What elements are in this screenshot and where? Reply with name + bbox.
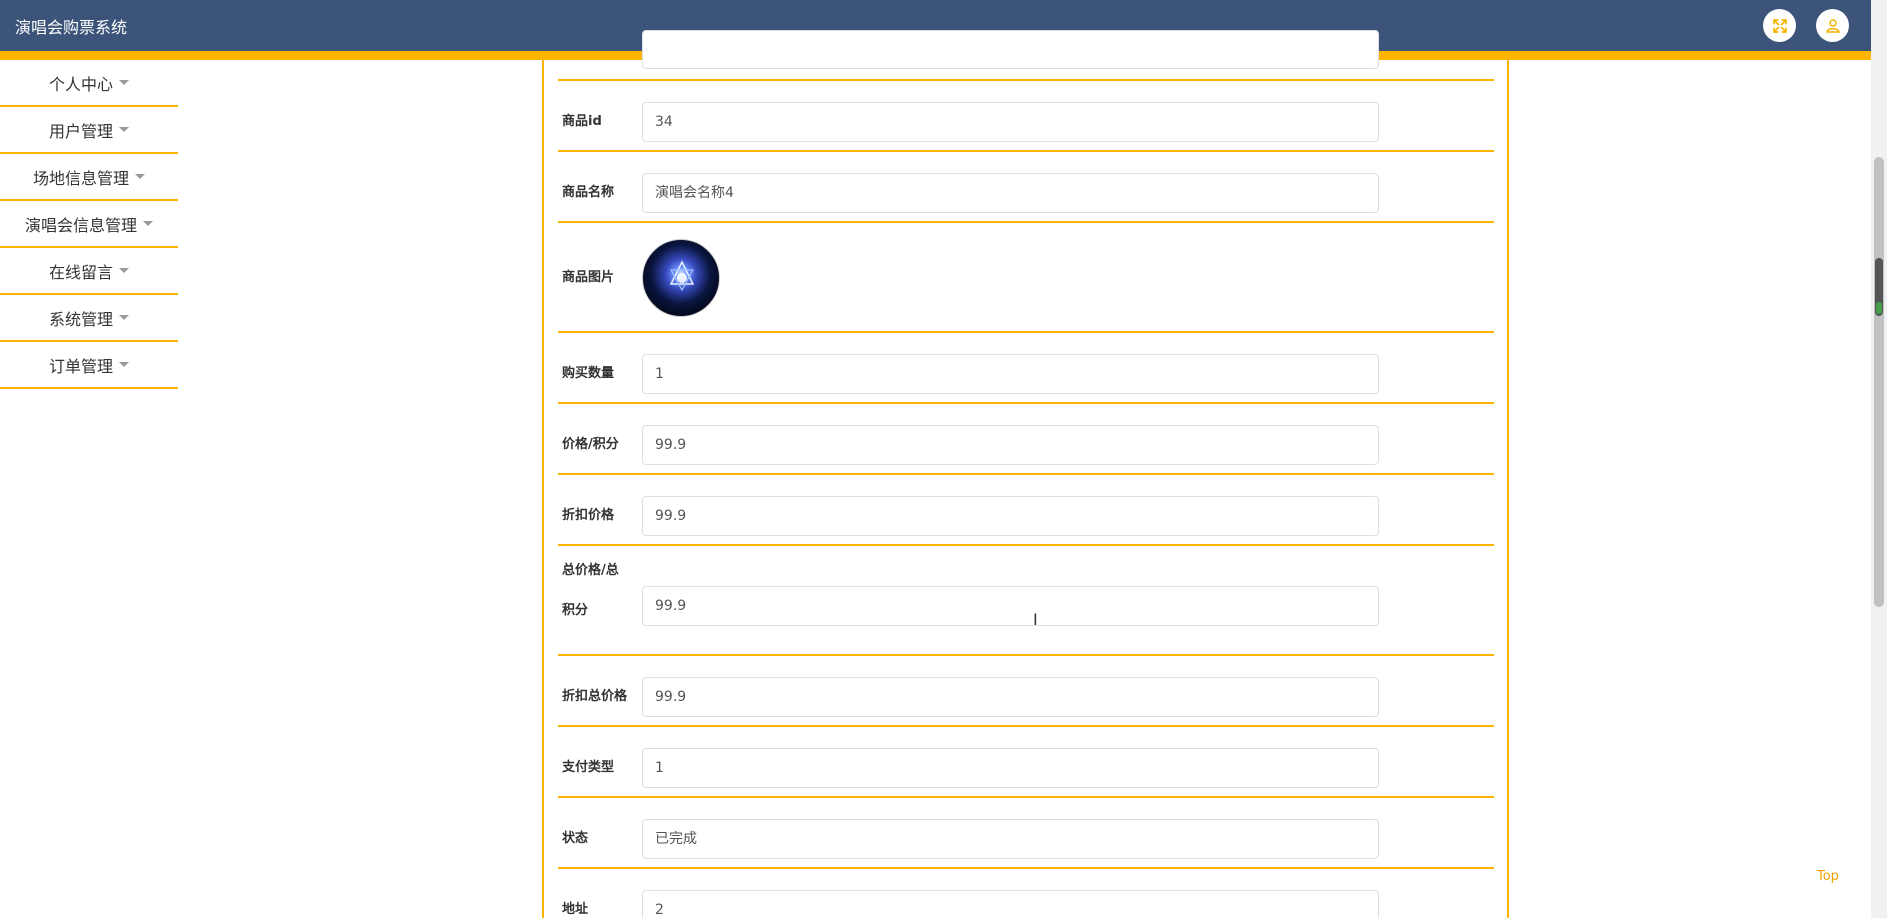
caret-down-icon — [119, 268, 129, 273]
product-name-field[interactable]: 演唱会名称4 — [642, 173, 1379, 213]
sidebar-item-messages[interactable]: 在线留言 — [0, 248, 178, 295]
product-id-label: 商品id — [562, 114, 602, 129]
total-price-field[interactable]: 99.9 — [642, 586, 1379, 626]
caret-down-icon — [119, 362, 129, 367]
caret-down-icon — [119, 315, 129, 320]
quantity-label: 购买数量 — [562, 366, 615, 381]
scrollbar-thumb[interactable] — [1874, 157, 1884, 607]
form-row-product-id: 商品id 34 — [558, 81, 1494, 152]
fullscreen-button[interactable] — [1763, 9, 1796, 42]
address-field[interactable]: 2 — [642, 890, 1379, 918]
address-label: 地址 — [562, 902, 589, 917]
form-row-discount-price: 折扣价格 99.9 — [558, 475, 1494, 546]
sidebar-item-order-management[interactable]: 订单管理 — [0, 342, 178, 389]
order-detail-form: 商品id 34 商品名称 演唱会名称4 商品图片 购买数量 1 价格/积分 99… — [542, 30, 1509, 918]
product-name-label: 商品名称 — [562, 185, 615, 200]
discount-total-field[interactable]: 99.9 — [642, 677, 1379, 717]
form-row-pay-type: 支付类型 1 — [558, 727, 1494, 798]
sidebar-item-label: 在线留言 — [48, 262, 113, 282]
form-row-product-image: 商品图片 — [558, 223, 1494, 333]
form-row-quantity: 购买数量 1 — [558, 333, 1494, 404]
caret-down-icon — [143, 221, 153, 226]
sidebar-item-label: 场地信息管理 — [32, 168, 129, 188]
discount-total-label: 折扣总价格 — [562, 689, 628, 704]
sidebar-item-system-management[interactable]: 系统管理 — [0, 295, 178, 342]
sidebar-item-label: 用户管理 — [48, 121, 113, 141]
form-row-partial — [558, 30, 1494, 81]
sidebar: 个人中心 用户管理 场地信息管理 演唱会信息管理 在线留言 系统管理 订单管理 — [0, 60, 178, 389]
discount-price-label: 折扣价格 — [562, 508, 615, 523]
pay-type-field[interactable]: 1 — [642, 748, 1379, 788]
sidebar-item-venue-management[interactable]: 场地信息管理 — [0, 154, 178, 201]
total-price-label: 总价格/总 积分 — [562, 561, 636, 621]
fullscreen-icon — [1772, 18, 1787, 33]
app-title: 演唱会购票系统 — [15, 18, 128, 37]
pay-type-label: 支付类型 — [562, 760, 615, 775]
status-label: 状态 — [562, 831, 589, 846]
caret-down-icon — [119, 80, 129, 85]
form-row-price: 价格/积分 99.9 — [558, 404, 1494, 475]
scrollbar-indicator — [1876, 302, 1882, 314]
form-row-discount-total: 折扣总价格 99.9 — [558, 656, 1494, 727]
user-icon — [1825, 18, 1840, 33]
total-price-label-line1: 总价格/总 — [562, 563, 619, 578]
sidebar-item-label: 订单管理 — [48, 356, 113, 376]
form-row-total-price: 总价格/总 积分 99.9 — [558, 546, 1494, 656]
sidebar-item-concert-management[interactable]: 演唱会信息管理 — [0, 201, 178, 248]
status-field[interactable]: 已完成 — [642, 819, 1379, 859]
total-price-label-line2: 积分 — [562, 603, 589, 618]
product-id-field[interactable]: 34 — [642, 102, 1379, 142]
form-row-address: 地址 2 — [558, 869, 1494, 918]
sidebar-item-label: 个人中心 — [48, 74, 113, 94]
text-cursor-icon: I — [1033, 610, 1038, 629]
sidebar-item-user-management[interactable]: 用户管理 — [0, 107, 178, 154]
caret-down-icon — [119, 127, 129, 132]
form-row-status: 状态 已完成 — [558, 798, 1494, 869]
sidebar-item-label: 演唱会信息管理 — [24, 215, 137, 235]
back-to-top-link[interactable]: Top — [1817, 869, 1839, 884]
discount-price-field[interactable]: 99.9 — [642, 496, 1379, 536]
product-image-label: 商品图片 — [562, 270, 615, 285]
user-button[interactable] — [1816, 9, 1849, 42]
form-row-product-name: 商品名称 演唱会名称4 — [558, 152, 1494, 223]
sidebar-item-label: 系统管理 — [48, 309, 113, 329]
partial-field[interactable] — [642, 30, 1379, 69]
quantity-field[interactable]: 1 — [642, 354, 1379, 394]
product-image[interactable] — [642, 239, 720, 317]
caret-down-icon — [135, 174, 145, 179]
price-label: 价格/积分 — [562, 437, 619, 452]
sidebar-item-personal-center[interactable]: 个人中心 — [0, 60, 178, 107]
page-scrollbar[interactable] — [1871, 0, 1887, 918]
price-field[interactable]: 99.9 — [642, 425, 1379, 465]
